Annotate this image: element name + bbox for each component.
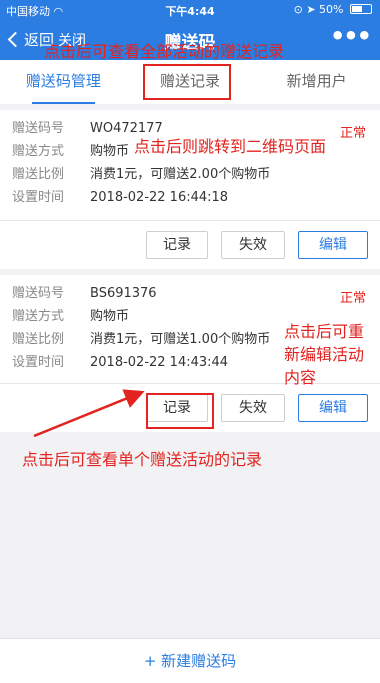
arrow-icon — [33, 389, 145, 438]
annotation-arrow-overlay — [33, 389, 145, 438]
